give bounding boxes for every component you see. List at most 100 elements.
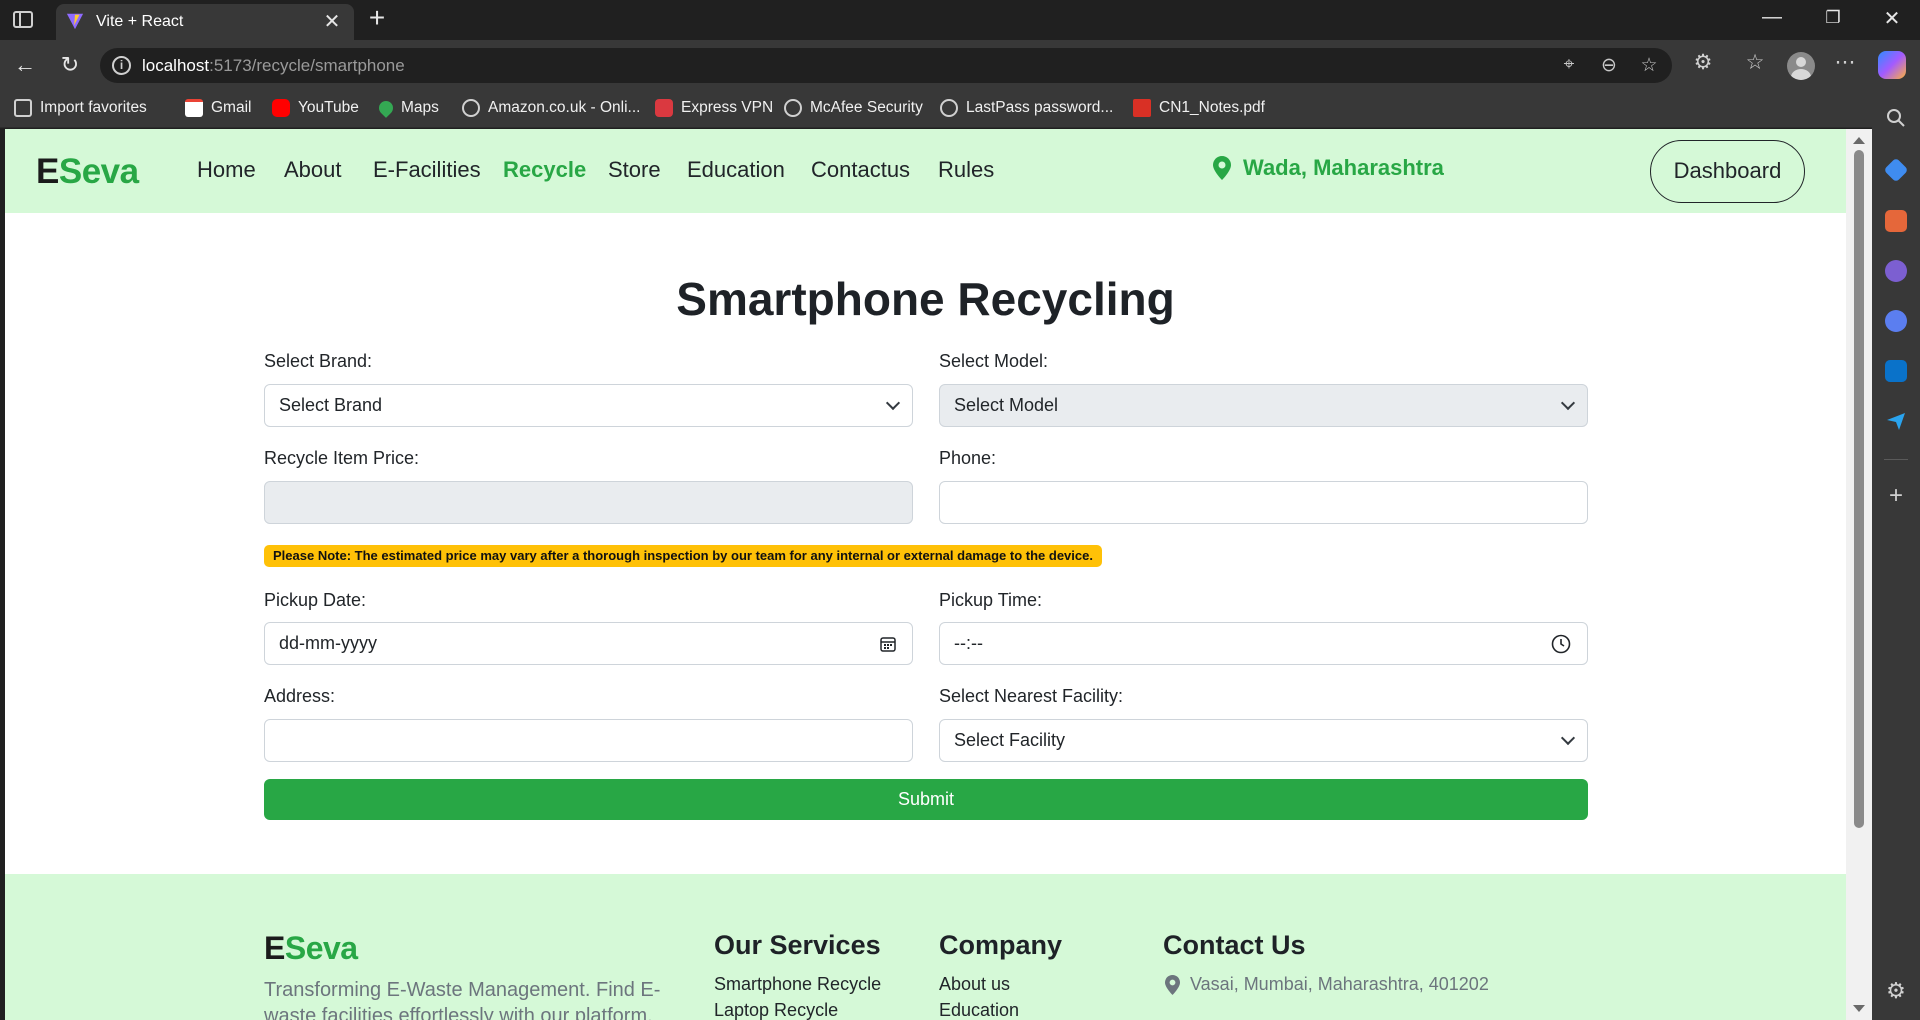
footer-link-about-us[interactable]: About us	[939, 974, 1010, 995]
scroll-up-icon[interactable]	[1853, 137, 1865, 144]
footer-tagline-line1: Transforming E-Waste Management. Find E-	[264, 979, 661, 1001]
nav-contactus[interactable]: Contactus	[811, 157, 910, 183]
shopping-tag-icon[interactable]	[1883, 157, 1909, 183]
globe-icon	[940, 99, 958, 117]
more-options-icon[interactable]: ⋯	[1830, 50, 1860, 75]
gmail-icon	[185, 99, 203, 117]
brand-select[interactable]: Select Brand	[264, 384, 913, 427]
tab-close-icon[interactable]: ✕	[320, 9, 344, 34]
price-note-badge: Please Note: The estimated price may var…	[264, 545, 1102, 567]
games-icon[interactable]	[1885, 260, 1907, 282]
nav-education[interactable]: Education	[687, 157, 785, 183]
footer-services-heading: Our Services	[714, 930, 881, 960]
chevron-down-icon	[885, 395, 901, 411]
copilot-icon[interactable]	[1878, 51, 1906, 79]
outlook-icon[interactable]	[1885, 360, 1907, 382]
bookmark-express-vpn[interactable]: Express VPN	[655, 99, 773, 117]
send-icon[interactable]	[1885, 410, 1907, 432]
footer-link-laptop-recycle[interactable]: Laptop Recycle	[714, 1000, 838, 1020]
vite-favicon-icon	[66, 13, 84, 30]
tab-title: Vite + React	[96, 13, 184, 30]
globe-icon	[462, 99, 480, 117]
model-select[interactable]: Select Model	[939, 384, 1588, 427]
restore-icon[interactable]: ❐	[1813, 8, 1853, 28]
extensions-icon[interactable]: ⚙	[1688, 50, 1718, 75]
facility-label: Select Nearest Facility:	[939, 686, 1124, 706]
minimize-icon[interactable]: —	[1752, 6, 1792, 29]
address-input[interactable]	[264, 719, 913, 762]
favorites-icon[interactable]: ☆	[1740, 50, 1770, 75]
pickup-time-input[interactable]: --:--	[939, 622, 1588, 665]
nav-store[interactable]: Store	[608, 157, 661, 183]
bookmark-maps[interactable]: Maps	[376, 98, 439, 118]
nav-e-facilities[interactable]: E-Facilities	[373, 157, 481, 183]
new-tab-icon[interactable]: +	[362, 2, 392, 34]
model-label: Select Model:	[939, 351, 1049, 371]
tab-actions-icon[interactable]	[13, 11, 33, 28]
nav-home[interactable]: Home	[197, 157, 256, 183]
pickup-time-label: Pickup Time:	[939, 590, 1043, 610]
close-window-icon[interactable]: ✕	[1872, 6, 1912, 31]
tools-briefcase-icon[interactable]	[1885, 210, 1907, 232]
footer-link-education[interactable]: Education	[939, 1000, 1019, 1020]
nav-recycle[interactable]: Recycle	[503, 157, 586, 183]
dashboard-button[interactable]: Dashboard	[1650, 140, 1805, 203]
back-icon[interactable]: ←	[10, 50, 40, 80]
location-display: Wada, Maharashtra	[1213, 155, 1444, 181]
facility-select[interactable]: Select Facility	[939, 719, 1588, 762]
youtube-icon	[272, 99, 290, 117]
nav-about[interactable]: About	[284, 157, 342, 183]
site-logo[interactable]: ESeva	[36, 152, 139, 192]
add-sidebar-app-icon[interactable]: +	[1884, 482, 1908, 510]
location-text: Wada, Maharashtra	[1243, 155, 1444, 180]
bookmark-youtube[interactable]: YouTube	[272, 99, 359, 117]
map-pin-icon	[1213, 156, 1231, 180]
bookmark-lastpass[interactable]: LastPass password...	[940, 99, 1113, 117]
submit-button[interactable]: Submit	[264, 779, 1588, 820]
site-info-icon[interactable]: i	[112, 56, 131, 75]
address-bar[interactable]: i localhost:5173/recycle/smartphone ⌖ ⊖ …	[100, 48, 1672, 83]
page-viewport: ESeva Home About E-Facilities Recycle St…	[5, 129, 1846, 1020]
page-title: Smartphone Recycling	[676, 273, 1175, 325]
nav-rules[interactable]: Rules	[938, 157, 994, 183]
scroll-down-icon[interactable]	[1853, 1005, 1865, 1012]
calendar-icon[interactable]	[880, 636, 896, 652]
browser-tab-active[interactable]: Vite + React ✕	[56, 4, 354, 40]
footer-link-smartphone-recycle[interactable]: Smartphone Recycle	[714, 974, 881, 995]
profile-avatar[interactable]	[1787, 52, 1815, 80]
favorite-star-icon[interactable]: ☆	[1636, 54, 1662, 77]
scrollbar-thumb[interactable]	[1854, 150, 1864, 828]
price-input[interactable]	[264, 481, 913, 524]
import-icon	[14, 99, 32, 117]
zoom-out-icon[interactable]: ⊖	[1596, 54, 1622, 77]
bookmark-mcafee[interactable]: McAfee Security	[784, 99, 923, 117]
footer-tagline-line2: waste facilities effortlessly with our p…	[264, 1005, 653, 1020]
bookmark-gmail[interactable]: Gmail	[185, 99, 251, 117]
url-text[interactable]: localhost:5173/recycle/smartphone	[142, 56, 405, 76]
bookmark-cn1-notes[interactable]: CN1_Notes.pdf	[1133, 99, 1265, 117]
phone-input[interactable]	[939, 481, 1588, 524]
brand-label: Select Brand:	[264, 351, 373, 371]
location-icon[interactable]: ⌖	[1556, 54, 1582, 76]
map-pin-icon	[1165, 974, 1180, 995]
phone-label: Phone:	[939, 448, 997, 468]
globe-icon	[784, 99, 802, 117]
pickup-date-input[interactable]: dd-mm-yyyy	[264, 622, 913, 665]
clock-icon[interactable]	[1551, 634, 1571, 654]
bookmark-import-favorites[interactable]: Import favorites	[14, 99, 147, 117]
footer-contact-address: Vasai, Mumbai, Maharashtra, 401202	[1165, 974, 1489, 995]
page-scrollbar[interactable]	[1846, 129, 1872, 1020]
bookmark-amazon[interactable]: Amazon.co.uk - Onli...	[462, 99, 640, 117]
chevron-down-icon	[1560, 730, 1576, 746]
site-footer: ESeva Transforming E-Waste Management. F…	[5, 874, 1846, 1020]
search-icon[interactable]	[1886, 108, 1906, 128]
sidebar-divider	[1884, 459, 1908, 460]
pickup-date-label: Pickup Date:	[264, 590, 367, 610]
pdf-icon	[1133, 99, 1151, 117]
microsoft-365-icon[interactable]	[1885, 310, 1907, 332]
footer-logo[interactable]: ESeva	[264, 930, 358, 967]
refresh-icon[interactable]: ↻	[55, 50, 85, 80]
footer-contact-heading: Contact Us	[1163, 930, 1306, 960]
maps-pin-icon	[376, 98, 396, 118]
sidebar-settings-icon[interactable]: ⚙	[1884, 978, 1908, 1004]
